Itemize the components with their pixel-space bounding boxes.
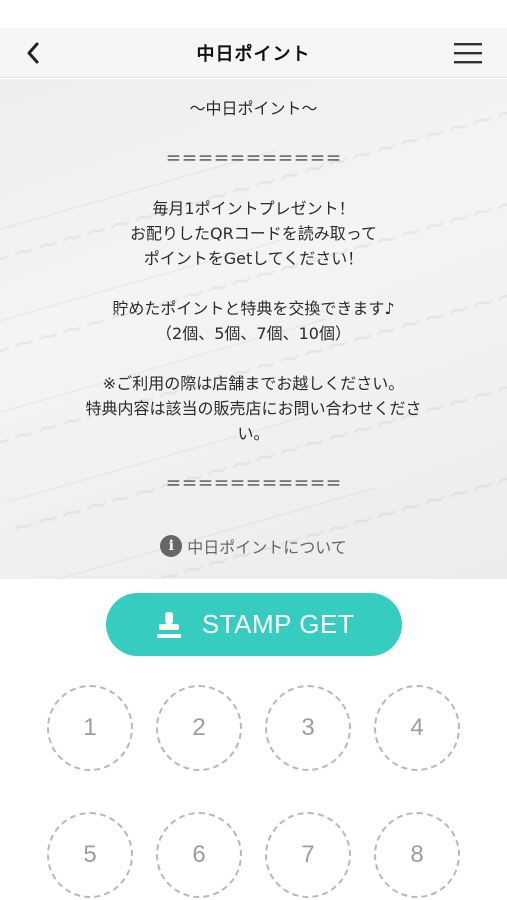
info-line: 毎月1ポイントプレゼント！ [152, 199, 355, 218]
nav-bar: 中日ポイント [0, 28, 507, 78]
info-line [0, 171, 507, 196]
stamp-slot-2: 2 [156, 685, 242, 771]
about-points-link[interactable]: i 中日ポイントについて [0, 534, 507, 558]
info-description: ～中日ポイント～ ＝＝＝＝＝＝＝＝＝＝＝ 毎月1ポイントプレゼント！ お配りしたQ… [0, 79, 507, 496]
stamp-slot-1: 1 [47, 685, 133, 771]
page-title: 中日ポイント [196, 43, 311, 65]
info-line [0, 346, 507, 371]
info-line: ポイントをGetしてください！ [143, 249, 364, 268]
info-line: い。 [237, 424, 270, 443]
info-line: ※ご利用の際は店舗までお越しください。 [102, 374, 405, 393]
menu-button[interactable] [451, 39, 485, 67]
stamp-slot-7: 7 [265, 812, 351, 898]
stamp-slot-4: 4 [374, 685, 460, 771]
info-line [0, 121, 507, 146]
status-bar [0, 0, 507, 28]
about-points-label: 中日ポイントについて [187, 538, 347, 557]
stamp-icon [154, 610, 184, 640]
info-line [0, 446, 507, 471]
info-line: お配りしたQRコードを読み取って [130, 224, 377, 243]
stamp-slot-8: 8 [374, 812, 460, 898]
stamp-slot-5: 5 [47, 812, 133, 898]
info-icon: i [160, 535, 183, 557]
info-line [0, 271, 507, 296]
back-button[interactable] [18, 38, 48, 68]
stamp-slot-6: 6 [156, 812, 242, 898]
info-line: 特典内容は該当の販売店にお問い合わせくださ [85, 399, 422, 418]
stamp-get-label: STAMP GET [201, 609, 355, 639]
info-line: （2個、5個、7個、10個） [156, 324, 351, 343]
hamburger-menu-icon [454, 43, 482, 64]
info-line: ～中日ポイント～ [189, 99, 318, 118]
chevron-left-icon [27, 42, 39, 64]
stamp-get-button[interactable]: STAMP GET [106, 593, 402, 656]
info-line: ＝＝＝＝＝＝＝＝＝＝＝ [165, 149, 342, 168]
info-line: ＝＝＝＝＝＝＝＝＝＝＝ [165, 474, 342, 493]
info-line: 貯めたポイントと特典を交換できます♪ [112, 299, 395, 318]
info-panel: ________________________ ~~~~~~~~~~~~~~~… [0, 79, 507, 579]
stamp-slot-3: 3 [265, 685, 351, 771]
